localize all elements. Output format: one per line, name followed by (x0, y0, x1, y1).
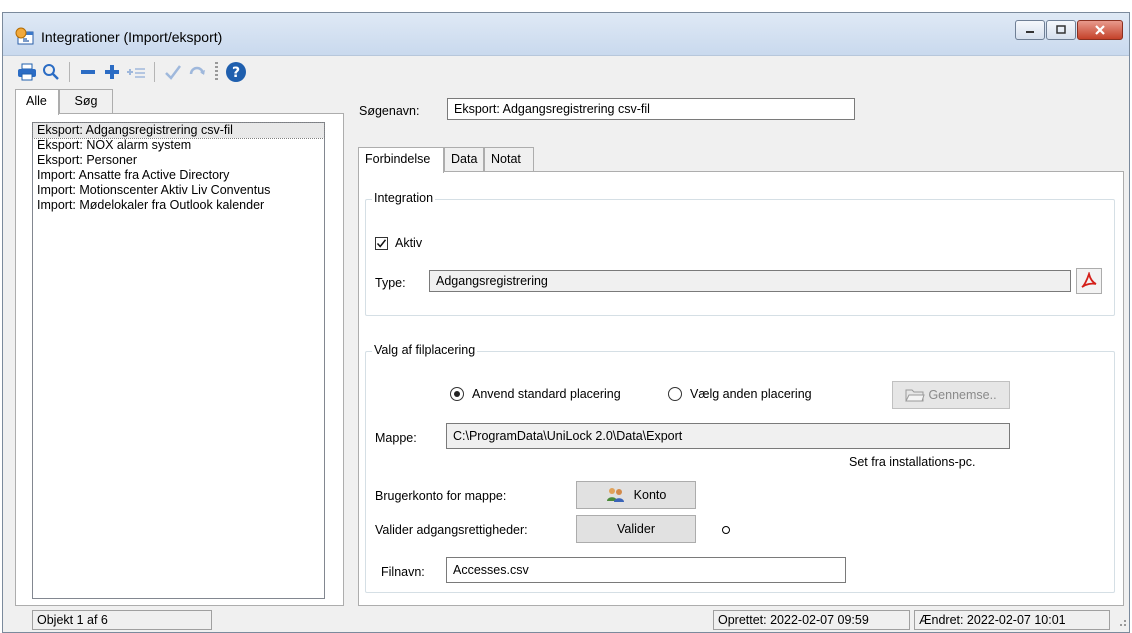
browse-button-label: Gennemse.. (928, 388, 997, 402)
validate-label: Valider adgangsrettigheder: (375, 523, 528, 537)
type-field: Adgangsregistrering (429, 270, 1071, 292)
help-icon: ? (226, 62, 246, 82)
status-bar: Objekt 1 af 6 Oprettet: 2022-02-07 09:59… (3, 607, 1129, 633)
accept-button[interactable] (161, 60, 185, 84)
standard-location-radio[interactable] (450, 387, 464, 401)
folder-label: Mappe: (375, 431, 417, 445)
toolbar-separator (69, 62, 70, 82)
window-controls (1014, 20, 1123, 40)
account-button-label: Konto (633, 488, 667, 502)
plus-icon (105, 65, 119, 79)
checkmark-icon (165, 65, 181, 80)
pdf-icon (1081, 272, 1097, 288)
left-tab-panel: Eksport: Adgangsregistrering csv-fil Eks… (15, 113, 344, 606)
filename-input[interactable]: Accesses.csv (446, 557, 846, 583)
list-item[interactable]: Import: Motionscenter Aktiv Liv Conventu… (33, 183, 324, 198)
search-name-label: Søgenavn: (359, 104, 420, 118)
filename-label: Filnavn: (381, 565, 425, 579)
add-button[interactable] (100, 60, 124, 84)
print-button[interactable] (15, 60, 39, 84)
minus-icon (81, 70, 95, 74)
list-item[interactable]: Import: Ansatte fra Active Directory (33, 168, 324, 183)
minimize-button[interactable] (1015, 20, 1045, 40)
maximize-button[interactable] (1046, 20, 1076, 40)
close-button[interactable] (1077, 20, 1123, 40)
list-item[interactable]: Import: Mødelokaler fra Outlook kalender (33, 198, 324, 213)
search-name-input[interactable]: Eksport: Adgangsregistrering csv-fil (447, 98, 855, 120)
tab-notat[interactable]: Notat (484, 147, 534, 171)
active-checkbox[interactable] (375, 237, 388, 250)
active-label: Aktiv (395, 236, 423, 250)
other-location-label: Vælg anden placering (690, 387, 812, 401)
list-item[interactable]: Eksport: Adgangsregistrering csv-fil (32, 122, 325, 139)
other-location-radio[interactable] (668, 387, 682, 401)
toolbar: ? (3, 56, 1129, 88)
list-item[interactable]: Eksport: NOX alarm system (33, 138, 324, 153)
file-location-group-title: Valg af filplacering (372, 343, 478, 357)
help-button[interactable]: ? (224, 60, 248, 84)
validation-status-indicator (722, 526, 730, 534)
toolbar-separator (154, 62, 155, 82)
app-icon (15, 27, 34, 45)
tab-soeg[interactable]: Søg (59, 89, 113, 113)
account-button[interactable]: Konto (576, 481, 696, 509)
maximize-icon (1056, 25, 1066, 34)
created-timestamp: Oprettet: 2022-02-07 09:59 (713, 610, 910, 630)
account-label: Brugerkonto for mappe: (375, 489, 507, 503)
tab-data[interactable]: Data (444, 147, 484, 171)
search-button[interactable] (39, 60, 63, 84)
tab-forbindelse[interactable]: Forbindelse (358, 147, 444, 173)
list-item[interactable]: Eksport: Personer (33, 153, 324, 168)
browse-button[interactable]: Gennemse.. (892, 381, 1010, 409)
magnifier-icon (43, 64, 59, 80)
svg-text:?: ? (232, 65, 240, 81)
add-list-button[interactable] (124, 60, 148, 84)
add-list-icon (127, 68, 145, 78)
title-bar[interactable]: Integrationer (Import/eksport) (3, 13, 1129, 56)
resize-grip-icon[interactable] (1115, 615, 1127, 627)
set-from-note: Set fra installations-pc. (849, 455, 976, 469)
changed-timestamp: Ændret: 2022-02-07 10:01 (914, 610, 1110, 630)
folder-icon (905, 389, 926, 402)
refresh-icon (189, 66, 205, 75)
minimize-icon (1026, 31, 1034, 33)
users-icon (606, 488, 624, 502)
object-counter: Objekt 1 af 6 (32, 610, 212, 630)
validate-button[interactable]: Valider (576, 515, 696, 543)
type-label: Type: (375, 276, 406, 290)
remove-button[interactable] (76, 60, 100, 84)
pdf-button[interactable] (1076, 268, 1102, 294)
close-icon (1095, 25, 1105, 35)
printer-icon (18, 63, 36, 81)
folder-field: C:\ProgramData\UniLock 2.0\Data\Export (446, 423, 1010, 449)
checkmark-icon (376, 239, 387, 248)
integration-group-title: Integration (372, 191, 436, 205)
connection-tab-panel: Integration Aktiv Type: Adgangsregistrer… (358, 171, 1124, 606)
tab-alle[interactable]: Alle (15, 89, 59, 115)
window-title: Integrationer (Import/eksport) (41, 29, 223, 45)
integration-group: Integration Aktiv Type: Adgangsregistrer… (365, 191, 1115, 316)
toolbar-separator (215, 62, 218, 82)
integration-list[interactable]: Eksport: Adgangsregistrering csv-fil Eks… (32, 122, 325, 599)
refresh-button[interactable] (185, 60, 209, 84)
main-window: Integrationer (Import/eksport) ? Alle Sø… (2, 12, 1130, 633)
standard-location-label: Anvend standard placering (472, 387, 621, 401)
file-location-group: Valg af filplacering Anvend standard pla… (365, 343, 1115, 593)
